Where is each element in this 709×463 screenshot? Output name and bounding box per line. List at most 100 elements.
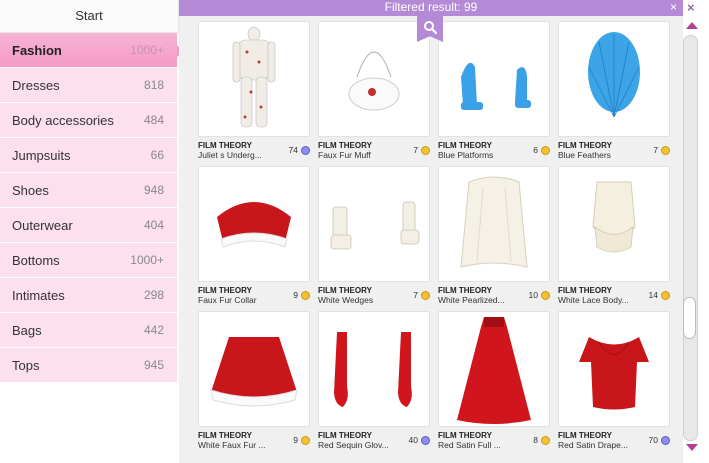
item-image[interactable] — [198, 21, 310, 137]
category-label: Jumpsuits — [12, 147, 71, 163]
item-card[interactable]: FILM THEORY Faux Fur Collar 9 — [198, 166, 310, 308]
category-count: 66 — [150, 148, 164, 162]
window-close-icon[interactable]: × — [687, 0, 695, 15]
category-item-body-accessories[interactable]: Body accessories 484 — [0, 103, 177, 137]
price-value: 40 — [408, 435, 418, 445]
item-picture — [334, 332, 412, 407]
item-picture — [579, 337, 649, 410]
category-item-dresses[interactable]: Dresses 818 — [0, 68, 177, 102]
item-card[interactable]: FILM THEORY Red Satin Full ... 8 — [438, 311, 550, 453]
category-label: Intimates — [12, 287, 65, 303]
item-card[interactable]: FILM THEORY White Pearlized... 10 — [438, 166, 550, 308]
category-label: Dresses — [12, 77, 60, 93]
item-card[interactable]: FILM THEORY Faux Fur Muff 7 — [318, 21, 430, 163]
price-value: 7 — [413, 145, 418, 155]
filtered-result-label: Filtered result: 99 — [384, 0, 478, 14]
item-card[interactable]: FILM THEORY Blue Feathers 7 — [558, 21, 670, 163]
item-picture — [210, 337, 298, 407]
item-image[interactable] — [438, 311, 550, 427]
category-count: 442 — [143, 323, 164, 337]
item-name: Blue Platforms — [438, 150, 494, 160]
price-value: 9 — [293, 290, 298, 300]
item-name: White Wedges — [318, 295, 374, 305]
item-image[interactable] — [198, 166, 310, 282]
category-label: Shoes — [12, 182, 49, 198]
item-price: 9 — [293, 290, 310, 300]
results-header: Filtered result: 99 × — [179, 0, 683, 16]
gold-coin-icon — [661, 290, 670, 300]
item-image[interactable] — [558, 311, 670, 427]
category-item-bottoms[interactable]: Bottoms 1000+ — [0, 243, 177, 277]
item-name: Faux Fur Muff — [318, 150, 371, 160]
item-price: 7 — [413, 145, 430, 155]
item-image[interactable] — [558, 166, 670, 282]
gold-coin-icon — [661, 145, 670, 155]
category-item-jumpsuits[interactable]: Jumpsuits 66 — [0, 138, 177, 172]
category-label: Bags — [12, 322, 42, 338]
item-card[interactable]: FILM THEORY White Wedges 7 — [318, 166, 430, 308]
item-picture — [592, 181, 636, 253]
item-image[interactable] — [198, 311, 310, 427]
item-name: Red Satin Full ... — [438, 440, 501, 450]
category-item-bags[interactable]: Bags 442 — [0, 313, 177, 347]
price-value: 7 — [653, 145, 658, 155]
scrollbar-track[interactable] — [683, 35, 698, 441]
item-price: 74 — [289, 145, 310, 155]
start-button[interactable]: Start — [0, 0, 179, 33]
category-count: 484 — [143, 113, 164, 127]
item-name: White Pearlized... — [438, 295, 505, 305]
category-item-shoes[interactable]: Shoes 948 — [0, 173, 177, 207]
item-image[interactable] — [438, 166, 550, 282]
clear-filter-close-icon[interactable]: × — [670, 0, 677, 15]
item-price: 70 — [649, 435, 670, 445]
category-count: 1000+ — [130, 253, 164, 267]
item-name: White Lace Body... — [558, 295, 629, 305]
category-list: Fashion 1000+ Dresses 818 Body accessories 48… — [0, 33, 183, 382]
item-name: White Faux Fur ... — [198, 440, 266, 450]
category-label: Tops — [12, 357, 40, 373]
item-card[interactable]: FILM THEORY White Faux Fur ... 9 — [198, 311, 310, 453]
item-image[interactable] — [318, 21, 430, 137]
item-picture — [217, 202, 291, 248]
item-name: Red Satin Drape... — [558, 440, 628, 450]
item-price: 7 — [413, 290, 430, 300]
category-item-fashion[interactable]: Fashion 1000+ — [0, 33, 183, 67]
item-price: 8 — [533, 435, 550, 445]
gold-coin-icon — [541, 290, 550, 300]
item-card[interactable]: FILM THEORY Blue Platforms 6 — [438, 21, 550, 163]
item-picture — [232, 26, 276, 128]
item-card[interactable]: FILM THEORY Red Satin Drape... 70 — [558, 311, 670, 453]
search-icon — [424, 21, 437, 34]
item-image[interactable] — [558, 21, 670, 137]
item-picture — [461, 62, 531, 110]
scroll-down-icon[interactable] — [686, 444, 698, 451]
item-card[interactable]: FILM THEORY Juliet s Underg... 74 — [198, 21, 310, 163]
item-name: Faux Fur Collar — [198, 295, 257, 305]
category-item-outerwear[interactable]: Outerwear 404 — [0, 208, 177, 242]
item-picture — [330, 201, 420, 250]
item-picture — [460, 176, 528, 268]
item-picture — [588, 32, 640, 118]
scrollbar-thumb[interactable] — [683, 297, 696, 339]
gold-coin-icon — [301, 290, 310, 300]
item-card[interactable]: FILM THEORY White Lace Body... 14 — [558, 166, 670, 308]
category-count: 1000+ — [130, 43, 164, 57]
item-picture — [348, 51, 400, 111]
price-value: 14 — [648, 290, 658, 300]
item-price: 14 — [649, 290, 670, 300]
gold-coin-icon — [421, 290, 430, 300]
item-image[interactable] — [438, 21, 550, 137]
star-coin-icon — [421, 435, 430, 445]
item-image[interactable] — [318, 311, 430, 427]
category-label: Fashion — [12, 42, 62, 58]
category-label: Outerwear — [12, 217, 73, 233]
item-image[interactable] — [318, 166, 430, 282]
star-coin-icon — [661, 435, 670, 445]
item-price: 40 — [409, 435, 430, 445]
category-label: Body accessories — [12, 112, 114, 128]
item-card[interactable]: FILM THEORY Red Sequin Glov... 40 — [318, 311, 430, 453]
category-item-tops[interactable]: Tops 945 — [0, 348, 177, 382]
item-name: Blue Feathers — [558, 150, 611, 160]
scroll-up-icon[interactable] — [686, 22, 698, 29]
category-item-intimates[interactable]: Intimates 298 — [0, 278, 177, 312]
